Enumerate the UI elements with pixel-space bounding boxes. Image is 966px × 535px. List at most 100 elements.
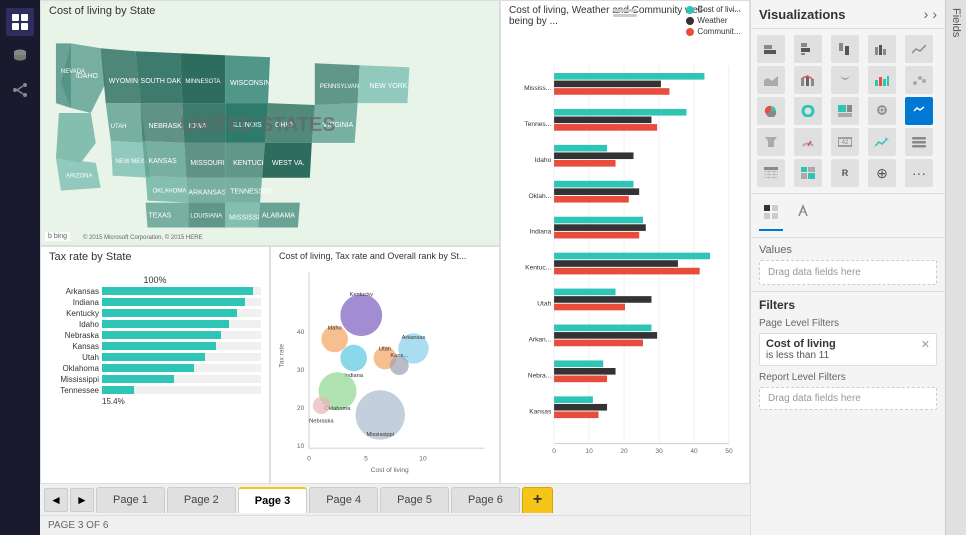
svg-text:MINNESOTA: MINNESOTA [185, 79, 220, 85]
svg-text:LOUISIANA: LOUISIANA [190, 214, 222, 220]
page-nav-next[interactable]: ► [70, 488, 94, 512]
tax-row-kansas: Kansas [49, 342, 261, 351]
filled-map-viz-btn[interactable] [905, 97, 933, 125]
slicer-viz-btn[interactable] [905, 128, 933, 156]
viz-panel-arrow[interactable]: › [924, 6, 929, 22]
filters-section: Filters Page Level Filters Cost of livin… [751, 292, 945, 535]
tax-label: Idaho [49, 320, 99, 329]
svg-text:Idaho: Idaho [535, 157, 552, 164]
page-add-button[interactable]: + [522, 487, 553, 513]
matrix-viz-btn[interactable] [794, 159, 822, 187]
viz-panel-tabs [751, 194, 945, 238]
clustered-bar-viz-btn[interactable] [794, 35, 822, 63]
svg-text:KANSAS: KANSAS [149, 158, 178, 165]
donut-viz-btn[interactable] [794, 97, 822, 125]
right-sidebar: Visualizations › › [750, 0, 945, 535]
report-nav-icon[interactable] [6, 8, 34, 36]
more-viz-btn[interactable]: ··· [905, 159, 933, 187]
legend-community-label: Communit... [697, 27, 740, 36]
page-tab-4[interactable]: Page 4 [309, 487, 378, 513]
model-nav-icon[interactable] [6, 76, 34, 104]
map-title: Cost of living by State [49, 5, 155, 17]
pie-viz-btn[interactable] [757, 97, 785, 125]
stacked-bar-viz-btn[interactable] [757, 35, 785, 63]
map-viz-btn[interactable] [868, 97, 896, 125]
custom-viz-btn[interactable]: ⊕ [868, 159, 896, 187]
clustered-col-viz-btn[interactable] [868, 35, 896, 63]
svg-text:UNITED STATES: UNITED STATES [180, 114, 335, 136]
tax-row-indiana: Indiana [49, 298, 261, 307]
r-visual-viz-btn[interactable]: R [831, 159, 859, 187]
legend-weather-label: Weather [697, 16, 727, 25]
viz-icons-grid: 42 R ⊕ ··· [751, 29, 945, 194]
tax-track [102, 353, 261, 361]
bubble-panel: Cost of living, Tax rate and Overall ran… [270, 246, 500, 483]
tax-track [102, 364, 261, 372]
svg-text:Utah: Utah [379, 346, 391, 352]
page-tab-5[interactable]: Page 5 [380, 487, 449, 513]
page-tabs: ◄ ► Page 1 Page 2 Page 3 Page 4 Page 5 P… [40, 483, 750, 515]
line-viz-btn[interactable] [905, 35, 933, 63]
map-credit: © 2015 Microsoft Corporation, © 2015 HER… [83, 235, 203, 241]
report-drop-area[interactable]: Drag data fields here [759, 387, 937, 410]
bottom-left: Tax rate by State 100% Arkansas Indiana [40, 246, 500, 483]
legend-weather: Weather [686, 16, 741, 25]
tax-rate-title: Tax rate by State [49, 251, 132, 263]
page-tab-6[interactable]: Page 6 [451, 487, 520, 513]
svg-text:Mississippi: Mississippi [367, 432, 395, 438]
kpi-viz-btn[interactable] [868, 128, 896, 156]
tax-label: Arkansas [49, 287, 99, 296]
page-tab-2[interactable]: Page 2 [167, 487, 236, 513]
svg-text:40: 40 [690, 448, 698, 455]
card-viz-btn[interactable]: 42 [831, 128, 859, 156]
viz-panel-header: Visualizations › › [751, 0, 945, 29]
data-nav-icon[interactable] [6, 42, 34, 70]
grouped-bar-legend: Cost of livi... Weather Communit... [686, 5, 741, 36]
table-viz-btn[interactable] [757, 159, 785, 187]
funnel-viz-btn[interactable] [757, 128, 785, 156]
map-panel: Cost of living by State IDAHO NEVADA ARI… [40, 0, 500, 246]
treemap-viz-btn[interactable] [831, 97, 859, 125]
values-drop-area[interactable]: Drag data fields here [759, 260, 937, 285]
filter-field-name: Cost of living [766, 338, 930, 350]
filter-close-btn[interactable]: ✕ [921, 338, 930, 351]
waterfall-viz-btn[interactable] [868, 66, 896, 94]
svg-text:OKLAHOMA: OKLAHOMA [153, 189, 187, 195]
stacked-col-viz-btn[interactable] [831, 35, 859, 63]
viz-panel-title: Visualizations [759, 7, 845, 22]
page-nav-prev[interactable]: ◄ [44, 488, 68, 512]
tab-fields[interactable] [759, 200, 783, 231]
tab-format[interactable] [791, 200, 815, 231]
drag-handle[interactable] [613, 9, 637, 17]
svg-text:PENNSYLVANIA: PENNSYLVANIA [320, 84, 365, 90]
tax-label: Utah [49, 353, 99, 362]
svg-text:Utah: Utah [537, 301, 551, 308]
svg-text:MISSOURI: MISSOURI [190, 160, 224, 167]
line-col-viz-btn[interactable] [794, 66, 822, 94]
tax-row-idaho: Idaho [49, 320, 261, 329]
page-tab-3[interactable]: Page 3 [238, 487, 307, 513]
tax-track [102, 320, 261, 328]
scatter-viz-btn[interactable] [905, 66, 933, 94]
tax-label: Indiana [49, 298, 99, 307]
tax-track [102, 375, 261, 383]
tax-row-arkansas: Arkansas [49, 287, 261, 296]
svg-text:Kans...: Kans... [390, 353, 408, 359]
gauge-viz-btn[interactable] [794, 128, 822, 156]
fields-side-tab[interactable]: Fields [945, 0, 966, 535]
tax-track [102, 309, 261, 317]
svg-text:Oklah...: Oklah... [528, 193, 551, 200]
svg-text:Nebra...: Nebra... [528, 372, 552, 379]
svg-text:Kentuc...: Kentuc... [525, 265, 551, 272]
values-section: Values Drag data fields here [751, 238, 945, 292]
svg-text:ARIZONA: ARIZONA [66, 174, 93, 180]
viz-panel-collapse[interactable]: › [932, 6, 937, 22]
page-tab-1[interactable]: Page 1 [96, 487, 165, 513]
legend-community: Communit... [686, 27, 741, 36]
svg-text:UTAH: UTAH [111, 124, 127, 130]
area-viz-btn[interactable] [757, 66, 785, 94]
svg-text:NEW YORK: NEW YORK [370, 83, 408, 90]
svg-text:Tax rate: Tax rate [278, 344, 285, 368]
ribbon-viz-btn[interactable] [831, 66, 859, 94]
main-layout: Cost of living by State IDAHO NEVADA ARI… [0, 0, 966, 535]
